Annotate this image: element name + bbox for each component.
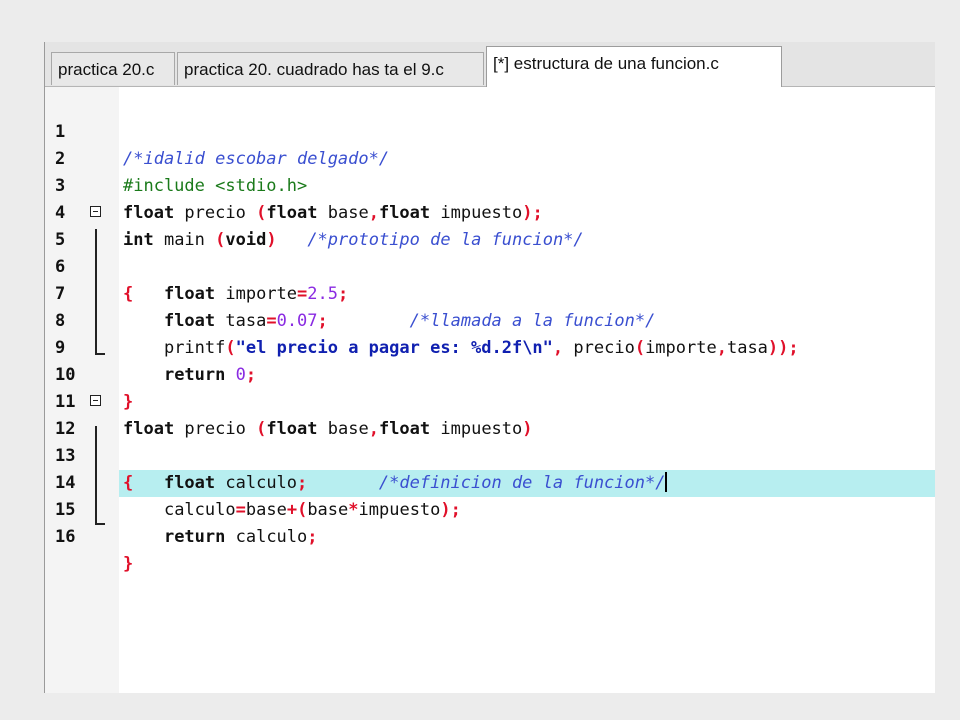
code-line: 11 float precio (float base,float impues… [45, 362, 935, 439]
code-line: 15 return calculo; [45, 470, 935, 547]
code-line: 14 calculo=base+(base*impuesto); [45, 443, 935, 520]
tab-practica-20-cuadrado[interactable]: practica 20. cuadrado has ta el 9.c [177, 52, 484, 85]
code-line: 13 float calculo; [45, 416, 935, 493]
code-line: 16 } [45, 497, 935, 574]
code-line-current: 12 { /*definicion de la funcion*/ [45, 389, 935, 497]
keyword: return [163, 527, 226, 547]
identifier: calculo [225, 527, 308, 547]
tab-estructura-de-una-funcion[interactable]: [*] estructura de una funcion.c [486, 46, 782, 87]
code-line: 3 float precio (float base,float impuest… [45, 146, 935, 223]
semicolon: ; [307, 527, 318, 547]
code-line: 9 return 0; [45, 308, 935, 385]
fold-collapse-icon[interactable] [90, 395, 101, 406]
code-line: 7 float tasa=0.07; /*llamada a la funcio… [45, 254, 935, 331]
tab-practica-20[interactable]: practica 20.c [51, 52, 175, 85]
code-line: 4 int main (void) /*prototipo de la func… [45, 173, 935, 250]
code-line: 6 float importe=2.5; [45, 227, 935, 304]
fold-collapse-icon[interactable] [90, 206, 101, 217]
code-line: 10 } [45, 335, 935, 412]
code-line: 1 /*idalid escobar delgado*/ [45, 92, 935, 169]
code-line: 5 { [45, 200, 935, 304]
line-number: 16 [55, 527, 76, 547]
code-line: 8 printf("el precio a pagar es: %d.2f\n"… [45, 281, 935, 358]
editor-window: practica 20.c practica 20. cuadrado has … [44, 42, 935, 693]
tab-bar: practica 20.c practica 20. cuadrado has … [45, 42, 935, 87]
brace: } [123, 554, 134, 574]
code-line: 2 #include <stdio.h> [45, 119, 935, 196]
